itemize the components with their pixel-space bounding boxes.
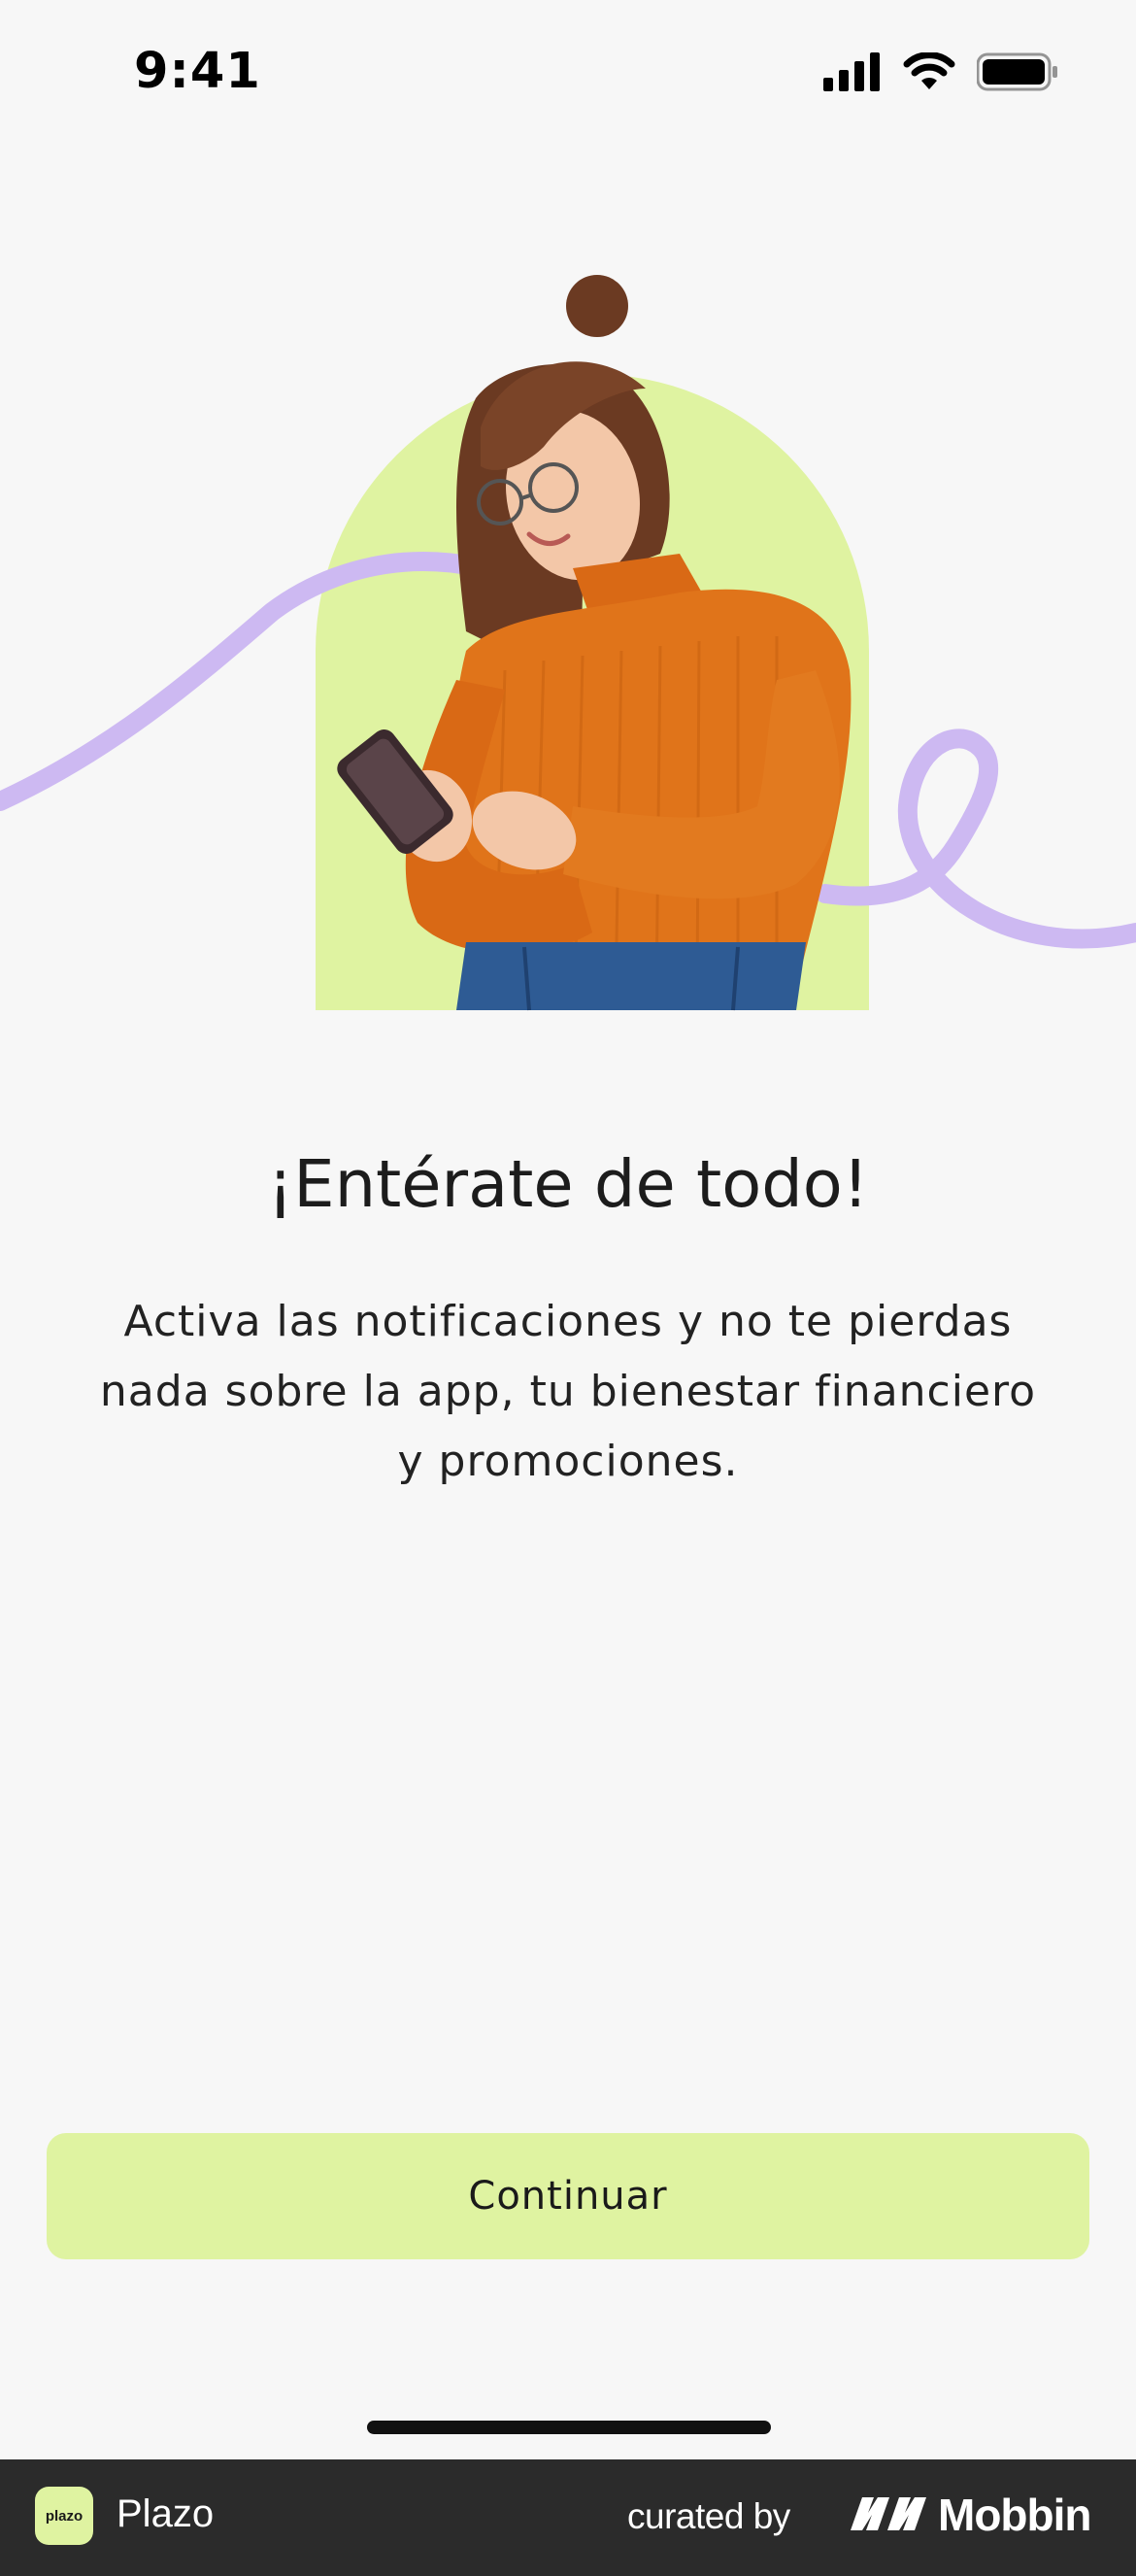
page-title: ¡Entérate de todo!: [267, 1146, 869, 1222]
brand-logo: Mobbin: [849, 2489, 1091, 2541]
home-indicator: [367, 2421, 771, 2434]
curated-by-label: curated by: [627, 2496, 790, 2536]
continue-button[interactable]: Continuar: [47, 2133, 1089, 2259]
footer-bar: plazo Plazo curated by Mobbin: [0, 2459, 1136, 2576]
description-line: y promociones.: [397, 1437, 739, 1486]
app-icon-label: plazo: [45, 2507, 84, 2525]
woman-with-phone-illustration: [0, 275, 1136, 1011]
description-line: nada sobre la app, tu bienestar financie…: [99, 1367, 1037, 1416]
description-line: Activa las notificaciones y no te pierda…: [123, 1297, 1013, 1346]
status-icons: [823, 52, 1058, 91]
battery-icon: [977, 52, 1058, 91]
brand-name: Mobbin: [938, 2490, 1091, 2540]
wifi-icon: [903, 52, 955, 91]
app-icon: plazo: [35, 2487, 93, 2545]
app-name: Plazo: [117, 2492, 215, 2535]
signal-icon: [823, 52, 882, 91]
status-time: 9:41: [134, 43, 261, 100]
description: Activa las notificaciones y no te pierda…: [78, 1287, 1058, 1497]
status-bar: 9:41: [0, 0, 1136, 146]
hero-illustration: [0, 262, 1136, 1020]
mobbin-logo-icon: [849, 2493, 928, 2537]
